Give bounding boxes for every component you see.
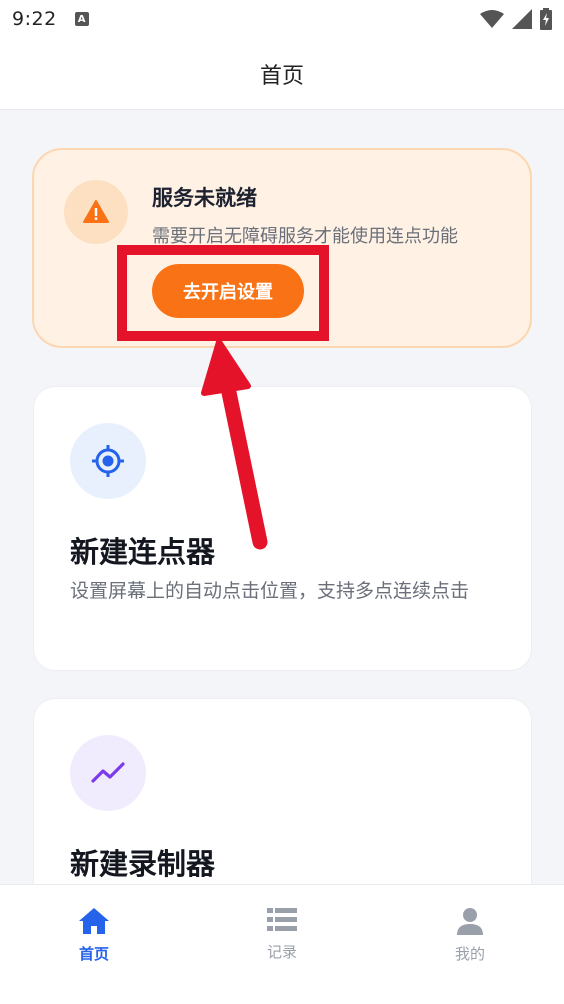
app-header: 首页 [0, 38, 564, 110]
page-title: 首页 [259, 63, 304, 89]
home-icon [79, 908, 109, 934]
signal-icon [512, 9, 532, 29]
bottom-nav: 首页 记录 我的 [0, 884, 564, 1004]
nav-item-profile[interactable]: 我的 [410, 907, 530, 977]
new-clicker-card[interactable]: 新建连点器 设置屏幕上的自动点击位置，支持多点连续点击 [33, 386, 532, 671]
nav-item-home[interactable]: 首页 [34, 907, 154, 977]
status-icons [480, 8, 552, 30]
target-icon [92, 445, 124, 477]
notification-icon: A [74, 12, 89, 26]
card-title: 新建连点器 [70, 535, 216, 569]
target-icon-badge [70, 423, 146, 499]
nav-item-records[interactable]: 记录 [222, 907, 342, 977]
nav-label: 我的 [454, 945, 485, 963]
card-description: 设置屏幕上的自动点击位置，支持多点连续点击 [70, 580, 470, 602]
warning-icon-badge [64, 180, 128, 244]
warning-title: 服务未就绪 [152, 186, 257, 210]
person-icon [457, 908, 483, 935]
trend-icon-badge [70, 735, 146, 811]
trend-line-icon [91, 762, 125, 783]
status-time: 9:22 [12, 8, 57, 30]
list-icon [267, 908, 297, 931]
highlight-box [117, 245, 329, 341]
status-bar: 9:22 A [0, 0, 564, 38]
wifi-icon [480, 10, 504, 28]
card-title: 新建录制器 [70, 847, 216, 881]
warning-icon [83, 200, 109, 223]
battery-icon [540, 8, 552, 30]
nav-label: 首页 [78, 945, 109, 963]
nav-label: 记录 [266, 943, 297, 961]
